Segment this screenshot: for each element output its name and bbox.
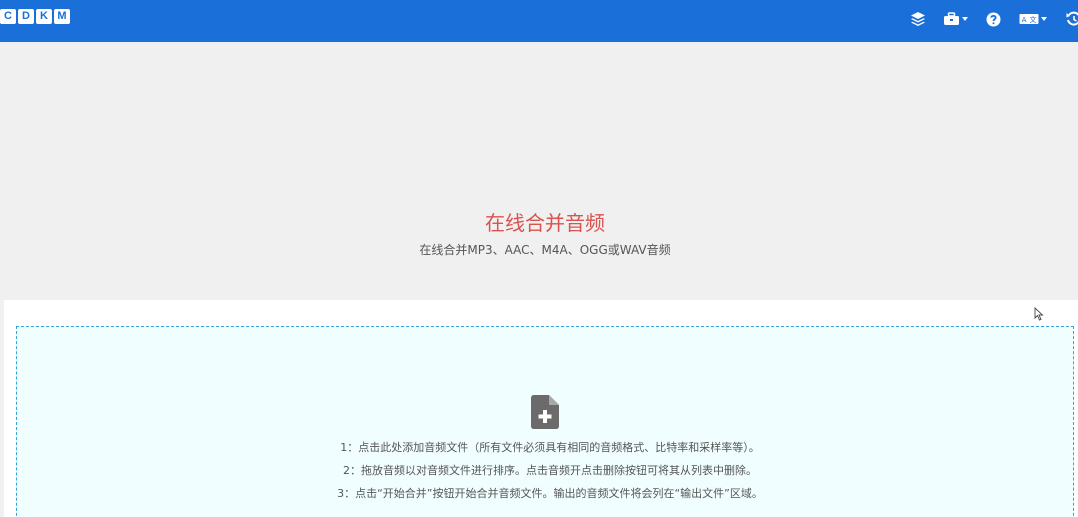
top-navbar: C D K M A 文 — [0, 0, 1078, 42]
mouse-cursor-icon — [1034, 307, 1044, 321]
main-panel: 1：点击此处添加音频文件（所有文件必须具有相同的音频格式、比特率和采样率等）。 … — [4, 300, 1078, 517]
help-icon[interactable] — [986, 11, 1001, 27]
hero-section: 在线合并音频 在线合并MP3、AAC、M4A、OGG或WAV音频 — [0, 42, 1078, 300]
history-icon[interactable] — [1066, 11, 1078, 27]
svg-text:文: 文 — [1030, 15, 1037, 24]
instruction-step-1: 1：点击此处添加音频文件（所有文件必须具有相同的音频格式、比特率和采样率等）。 — [340, 441, 760, 454]
logo-letter-d: D — [18, 9, 34, 24]
site-logo[interactable]: C D K M — [0, 9, 70, 24]
file-dropzone[interactable]: 1：点击此处添加音频文件（所有文件必须具有相同的音频格式、比特率和采样率等）。 … — [16, 326, 1074, 517]
file-add-icon — [531, 395, 559, 429]
page-title: 在线合并音频 — [485, 211, 605, 235]
logo-letter-c: C — [0, 9, 16, 24]
logo-letter-m: M — [54, 9, 70, 24]
toolbox-dropdown[interactable] — [943, 11, 968, 27]
instruction-step-3: 3：点击“开始合并”按钮开始合并音频文件。输出的音频文件将会列在“输出文件”区域… — [337, 487, 763, 500]
logo-letter-k: K — [36, 9, 52, 24]
language-icon: A 文 — [1019, 14, 1039, 24]
layers-icon[interactable] — [910, 11, 926, 27]
page-subtitle: 在线合并MP3、AAC、M4A、OGG或WAV音频 — [419, 243, 671, 257]
chevron-down-icon — [962, 17, 968, 21]
svg-text:A: A — [1022, 16, 1027, 24]
toolbox-icon — [944, 12, 959, 25]
instruction-step-2: 2：拖放音频以对音频文件进行排序。点击音频开点击删除按钮可将其从列表中删除。 — [343, 464, 757, 477]
language-dropdown[interactable]: A 文 — [1019, 11, 1047, 27]
chevron-down-icon — [1041, 17, 1047, 21]
